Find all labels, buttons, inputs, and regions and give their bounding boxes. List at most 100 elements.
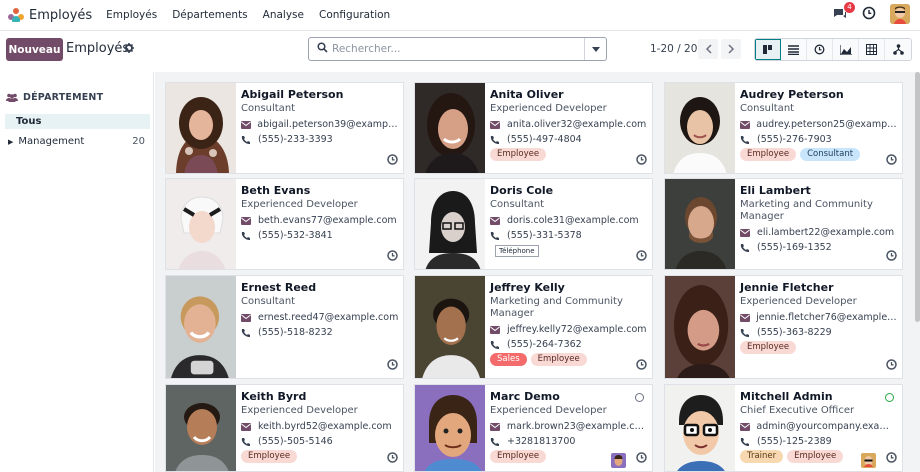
employee-phone[interactable]: +3281813700 [507,436,575,447]
employee-photo [665,276,735,378]
employee-card[interactable]: Abigail Peterson Consultant abigail.pete… [165,82,404,174]
employee-phone-row: (555)-331-5378 [490,230,648,241]
tag-badge: Employee [740,341,797,354]
gear-icon[interactable] [124,43,134,56]
user-avatar[interactable] [890,4,910,24]
activity-clock-icon[interactable] [886,452,897,466]
search-input[interactable] [332,39,584,59]
new-button[interactable]: Nouveau [6,38,63,61]
activity-clock-icon[interactable] [636,359,647,373]
employee-card[interactable]: Beth Evans Experienced Developer beth.ev… [165,178,404,270]
activity-clock-icon[interactable] [886,250,897,264]
employee-phone[interactable]: (555)-233-3393 [258,134,333,145]
filter-management[interactable]: ▶ Management 20 [8,136,145,149]
activity-clock-icon[interactable] [387,359,398,373]
chat-icon[interactable]: 4 [832,2,855,22]
tag-badge: Employee [740,148,797,161]
scrollbar[interactable] [915,72,920,472]
employee-name: Jeffrey Kelly [490,281,565,294]
activity-clock-icon[interactable] [886,359,897,373]
employee-phone-row: (555)-169-1352 [740,242,898,253]
employee-name: Audrey Peterson [740,88,844,101]
employee-email[interactable]: doris.cole31@example.com [507,215,639,226]
employee-card[interactable]: Jennie Fletcher Experienced Developer je… [664,275,903,379]
tag-badge: Trainer [740,450,784,463]
employee-card[interactable]: Eli Lambert Marketing and Community Mana… [664,178,903,270]
pager-next-button[interactable] [721,39,741,59]
activity-clock-icon[interactable] [636,154,647,168]
activity-clock-icon[interactable] [636,452,647,466]
manager-avatar[interactable] [611,453,626,468]
graph-view-button[interactable] [833,39,859,60]
pager-value[interactable]: 1-20 / 20 [650,43,697,55]
menu-employees[interactable]: Employés [106,9,157,21]
employee-phone[interactable]: (555)-331-5378 [507,230,582,241]
employee-email[interactable]: beth.evans77@example.com [258,215,397,226]
activity-clock-icon[interactable] [387,250,398,264]
phone-icon [241,437,252,446]
employee-card[interactable]: Jeffrey Kelly Marketing and Community Ma… [414,275,653,379]
activity-clock-icon[interactable] [387,452,398,466]
employee-phone[interactable]: (555)-518-8232 [258,327,333,338]
employee-card[interactable]: Marc Demo Experienced Developer mark.bro… [414,384,653,472]
activity-clock-icon[interactable] [862,6,876,23]
phone-icon [241,328,252,337]
pager-previous-button[interactable] [698,39,718,59]
list-icon [788,44,799,55]
org-chart-icon [892,44,904,55]
caret-right-icon[interactable]: ▶ [8,136,13,149]
filter-all[interactable]: Tous [5,114,150,129]
employee-card[interactable]: Doris Cole Consultant doris.cole31@examp… [414,178,653,270]
activity-clock-icon[interactable] [387,154,398,168]
hierarchy-view-button[interactable] [885,39,911,60]
list-view-button[interactable] [781,39,807,60]
employee-email[interactable]: jennie.fletcher76@example.com [756,312,898,323]
employee-email[interactable]: audrey.peterson25@example.... [756,119,898,130]
activity-clock-icon[interactable] [886,154,897,168]
employee-email[interactable]: jeffrey.kelly72@example.com [507,324,647,335]
search-options-toggle[interactable] [584,38,606,60]
menu-configuration[interactable]: Configuration [319,9,390,21]
employee-email[interactable]: eli.lambert22@example.com [757,227,894,238]
employee-card[interactable]: Ernest Reed Consultant ernest.reed47@exa… [165,275,404,379]
employee-info: Mitchell Admin Chief Executive Officer a… [740,389,898,463]
envelope-icon [740,228,750,237]
employee-tags: Sales Employee [490,353,648,366]
envelope-icon [740,120,750,129]
employee-email[interactable]: mark.brown23@example.com [507,421,648,432]
employee-name: Ernest Reed [241,281,317,294]
employee-phone[interactable]: (555)-276-7903 [757,134,832,145]
activity-clock-icon[interactable] [636,250,647,264]
employee-card[interactable]: Keith Byrd Experienced Developer keith.b… [165,384,404,472]
employee-card[interactable]: Mitchell Admin Chief Executive Officer a… [664,384,903,472]
employee-email[interactable]: admin@yourcompany.exampl... [756,421,898,432]
employee-phone[interactable]: (555)-505-5146 [258,436,333,447]
employee-email[interactable]: anita.oliver32@example.com [507,119,646,130]
app-name[interactable]: Employés [29,8,92,23]
department-sidebar: DÉPARTEMENT Tous ▶ Management 20 [0,72,154,472]
app-logo-icon[interactable] [8,8,24,22]
caret-down-icon [591,46,600,52]
envelope-icon [241,422,251,431]
manager-avatar[interactable] [861,453,876,468]
employee-email[interactable]: ernest.reed47@example.com [258,312,398,323]
employee-photo [665,179,735,269]
employee-phone[interactable]: (555)-363-8229 [757,327,832,338]
pivot-view-button[interactable] [859,39,885,60]
employee-phone[interactable]: (555)-497-4804 [507,134,582,145]
activity-view-button[interactable] [807,39,833,60]
employee-email[interactable]: abigail.peterson39@example.... [257,119,399,130]
employee-phone[interactable]: (555)-169-1352 [757,242,832,253]
employee-name: Abigail Peterson [241,88,344,101]
kanban-view-button[interactable] [755,39,781,60]
employee-name: Beth Evans [241,184,311,197]
employee-name: Eli Lambert [740,184,811,197]
employee-card[interactable]: Anita Oliver Experienced Developer anita… [414,82,653,174]
employee-card[interactable]: Audrey Peterson Consultant audrey.peters… [664,82,903,174]
employee-phone[interactable]: (555)-532-3841 [258,230,333,241]
menu-departments[interactable]: Départements [172,9,247,21]
menu-analysis[interactable]: Analyse [263,9,304,21]
employee-email[interactable]: keith.byrd52@example.com [258,421,392,432]
employee-phone[interactable]: (555)-125-2389 [757,436,832,447]
employee-phone[interactable]: (555)-264-7362 [507,339,582,350]
